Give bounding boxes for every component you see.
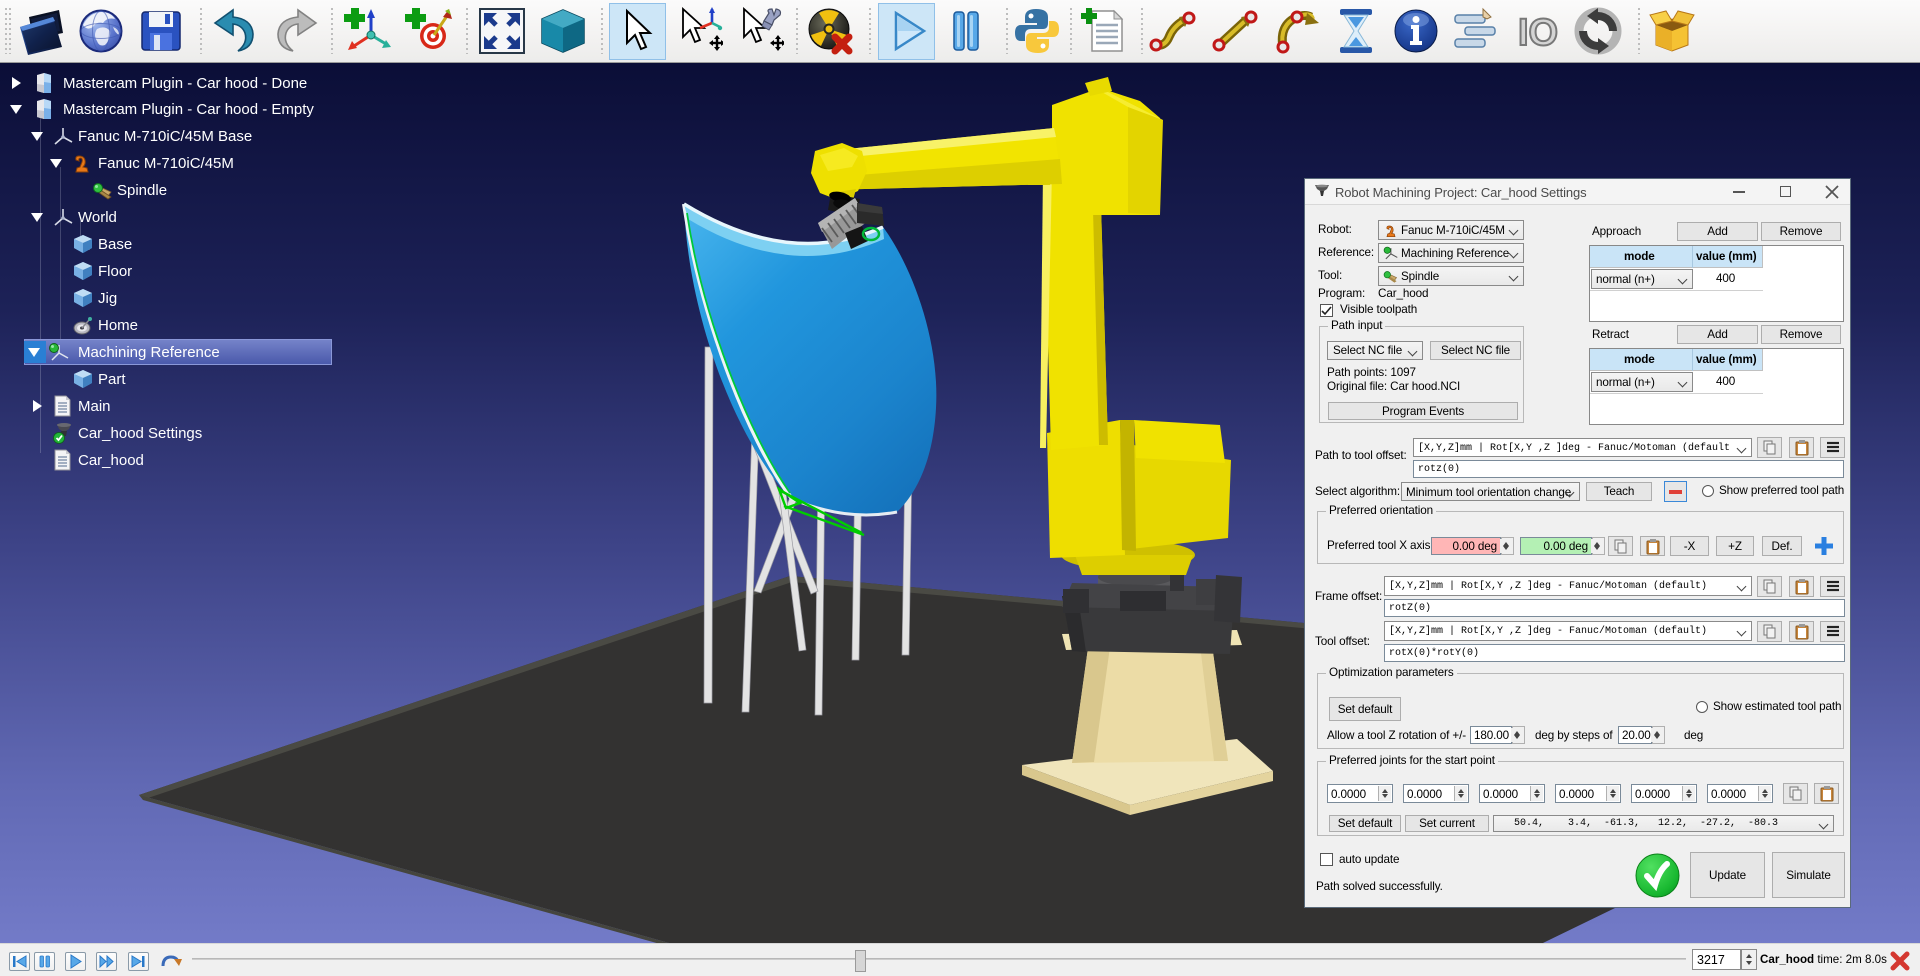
svg-text:IO: IO xyxy=(1518,12,1558,54)
